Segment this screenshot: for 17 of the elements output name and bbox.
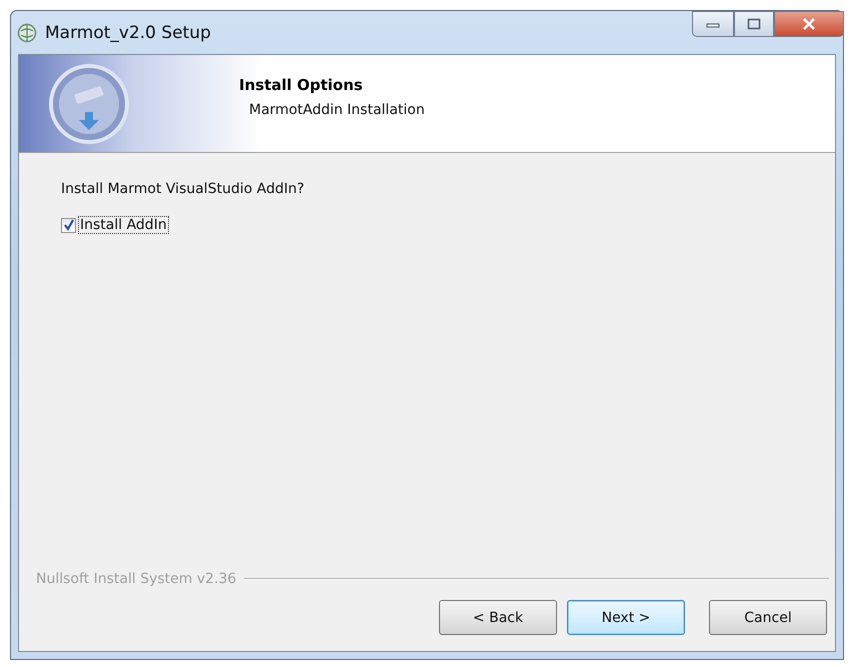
page-title: Install Options: [239, 76, 364, 94]
branding-text: Nullsoft Install System v2.36: [36, 571, 236, 587]
dialog-button[interactable]: Cancel: [709, 600, 827, 635]
dialog-button[interactable]: < Back: [439, 600, 557, 635]
installer-disc-icon: [47, 62, 131, 146]
maximize-button[interactable]: [734, 11, 774, 37]
globe-icon: [17, 22, 37, 42]
maximize-icon: [747, 18, 761, 30]
question-text: Install Marmot VisualStudio AddIn?: [61, 181, 304, 197]
minimize-button[interactable]: [692, 11, 734, 37]
window-title: Marmot_v2.0 Setup: [45, 22, 211, 42]
checkbox-icon[interactable]: [61, 218, 76, 232]
page-subtitle: MarmotAddin Installation: [249, 102, 425, 118]
dialog-button[interactable]: Next >: [567, 600, 685, 635]
close-button[interactable]: [774, 11, 844, 37]
close-icon: [801, 18, 817, 30]
install-checkbox[interactable]: Install AddIn: [61, 217, 168, 233]
